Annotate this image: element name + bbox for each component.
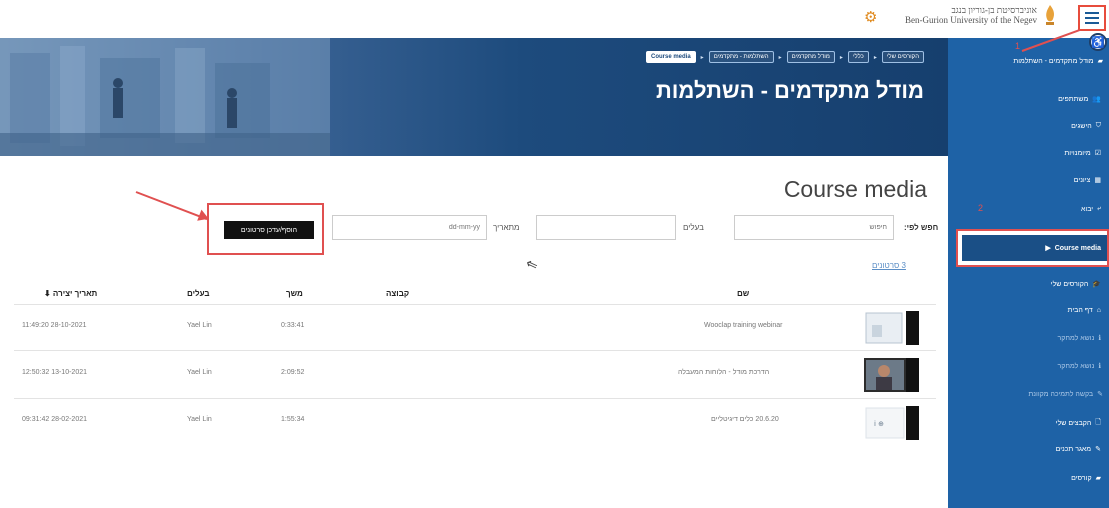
- table-row-duration: 0:33:41: [281, 322, 305, 329]
- menu-icon-bar: [1085, 22, 1099, 24]
- breadcrumb-training[interactable]: השתלמות - מתקדמים: [708, 51, 774, 63]
- sidebar-item-import[interactable]: ⤶ יבוא: [1081, 205, 1101, 213]
- course-sidebar: [948, 38, 1109, 508]
- svg-text:ⅰ ⊕: ⅰ ⊕: [874, 420, 884, 428]
- table-row-divider: [14, 350, 936, 351]
- table-row-duration: 1:55:34: [281, 416, 305, 423]
- column-header-duration[interactable]: משך: [286, 289, 303, 298]
- info-icon: ℹ: [1098, 363, 1101, 370]
- annotation-arrow-shaft: [135, 191, 208, 221]
- breadcrumb-separator: ▸: [778, 54, 782, 61]
- table-row-divider: [14, 398, 936, 399]
- search-by-label: חפש לפי:: [904, 223, 939, 232]
- annotation-step-1: 1: [1015, 41, 1021, 51]
- breadcrumb-general[interactable]: כללי: [847, 51, 869, 63]
- folder-icon: ▰: [1097, 58, 1103, 65]
- users-icon: 👥: [1092, 96, 1101, 103]
- menu-icon-bar: [1085, 17, 1099, 19]
- pencil-icon: ✎: [1097, 391, 1103, 398]
- sidebar-item-badges[interactable]: ⛉ הישגים: [1071, 122, 1101, 130]
- sidebar-item-content-bank[interactable]: ✎ מאגר תכנים: [1056, 445, 1101, 454]
- video-count-link[interactable]: 3 סרטונים: [872, 261, 906, 270]
- owner-filter-label: בעלים: [683, 223, 704, 232]
- logo-hebrew-text: אוניברסיטת בן-גוריון בנגב: [951, 5, 1037, 15]
- column-header-created-date[interactable]: תאריך יצירה ⬇: [44, 289, 97, 298]
- table-row-duration: 2:09:52: [281, 369, 305, 376]
- table-row-owner: Yael Lin: [187, 369, 212, 376]
- menu-icon-bar: [1085, 12, 1099, 14]
- owner-filter-input[interactable]: [536, 215, 676, 240]
- table-row-name[interactable]: 20.6.20 כלים דיגיטליים: [711, 416, 779, 423]
- accessibility-icon[interactable]: ♿: [1089, 33, 1107, 51]
- sidebar-item-course-media[interactable]: ▶ Course media: [956, 229, 1109, 267]
- table-row-owner: Yael Lin: [187, 416, 212, 423]
- course-title: מודל מתקדמים - השתלמות: [655, 78, 924, 103]
- table-row-created: 11:49:20 28-10-2021: [22, 322, 87, 329]
- home-icon: ⌂: [1096, 307, 1101, 314]
- search-input[interactable]: [734, 215, 894, 240]
- breadcrumb-separator: ▸: [839, 54, 843, 61]
- table-row-owner: Yael Lin: [187, 322, 212, 329]
- banner-photo: [0, 38, 330, 156]
- breadcrumb: הקורסים שלי ▸ כללי ▸ מודל מתקדמים ▸ השתל…: [645, 51, 924, 63]
- add-update-videos-button[interactable]: הוסף/עדכן סרטונים: [224, 221, 314, 239]
- table-row-created: 09:31:42 28-02-2021: [22, 416, 87, 423]
- sidebar-item-courses[interactable]: ▰ קורסים: [1071, 474, 1101, 483]
- table-header-divider: [14, 304, 936, 305]
- sidebar-item-info-1[interactable]: ℹ נושא למחקר: [1057, 334, 1101, 343]
- logo-english-text: Ben-Gurion University of the Negev: [905, 15, 1037, 25]
- flame-logo-icon: [1045, 5, 1054, 25]
- sidebar-item-course[interactable]: ▰ מודל מתקדמים - השתלמות: [1013, 57, 1103, 66]
- settings-cogs-icon[interactable]: ⚙: [864, 9, 877, 27]
- breadcrumb-course-media[interactable]: Course media: [645, 51, 696, 63]
- sidebar-item-label: Course media: [1054, 244, 1101, 252]
- breadcrumb-my-courses[interactable]: הקורסים שלי: [881, 51, 924, 63]
- sidebar-item-my-files[interactable]: 🗋 הקבצים שלי: [1056, 418, 1101, 429]
- sidebar-item-participants[interactable]: 👥 משתתפים: [1058, 95, 1101, 104]
- sidebar-item-home[interactable]: ⌂ דף הבית: [1068, 307, 1101, 314]
- pencil-icon: ✎: [1095, 446, 1101, 453]
- video-thumbnail-3[interactable]: ⅰ ⊕: [864, 406, 919, 440]
- page-title: Course media: [783, 176, 927, 202]
- sidebar-item-grades[interactable]: ▦ ציונים: [1074, 176, 1101, 185]
- folder-icon: ▰: [1095, 475, 1101, 482]
- column-header-name[interactable]: שם: [737, 289, 749, 298]
- top-bar: ⚙ אוניברסיטת בן-גוריון בנגב Ben-Gurion U…: [0, 0, 1109, 38]
- table-row-created: 12:50:32 13-10-2021: [22, 369, 87, 376]
- mouse-pointer-icon: ⇖: [523, 254, 540, 274]
- annotation-step-2: 2: [978, 203, 984, 213]
- hamburger-menu-button[interactable]: [1078, 5, 1106, 31]
- course-banner: הקורסים שלי ▸ כללי ▸ מודל מתקדמים ▸ השתל…: [0, 38, 948, 156]
- sidebar-item-info-2[interactable]: ℹ נושא למחקר: [1057, 362, 1101, 371]
- sidebar-item-support[interactable]: ✎ בקשה לתמיכה מקוונת: [1028, 390, 1103, 399]
- import-icon: ⤶: [1097, 205, 1101, 212]
- shield-icon: ⛉: [1095, 122, 1101, 129]
- breadcrumb-advanced-model[interactable]: מודל מתקדמים: [786, 51, 835, 63]
- from-date-input[interactable]: [332, 215, 487, 240]
- from-date-label: מתאריך: [493, 223, 520, 232]
- table-row-name[interactable]: Wooclap training webinar: [704, 322, 782, 329]
- breadcrumb-separator: ▸: [873, 54, 877, 61]
- file-icon: 🗋: [1095, 419, 1101, 426]
- video-icon: ▶: [1045, 245, 1051, 252]
- breadcrumb-separator: ▸: [700, 54, 704, 61]
- video-thumbnail-2[interactable]: [864, 358, 919, 392]
- column-header-owner[interactable]: בעלים: [187, 289, 210, 298]
- graduation-cap-icon: 🎓: [1092, 281, 1101, 288]
- sidebar-item-my-courses[interactable]: 🎓 הקורסים שלי: [1051, 280, 1101, 289]
- grid-icon: ▦: [1094, 177, 1101, 184]
- checkbox-icon: ☑: [1094, 150, 1101, 157]
- video-thumbnail-1[interactable]: [864, 311, 919, 345]
- column-header-group[interactable]: קבוצה: [386, 289, 409, 298]
- info-icon: ℹ: [1098, 335, 1101, 342]
- university-logo[interactable]: אוניברסיטת בן-גוריון בנגב Ben-Gurion Uni…: [905, 4, 1057, 26]
- table-row-name[interactable]: הדרכת מודל - הלוחות המעבלה: [678, 369, 769, 376]
- sidebar-item-competencies[interactable]: ☑ מיומנויות: [1064, 149, 1101, 158]
